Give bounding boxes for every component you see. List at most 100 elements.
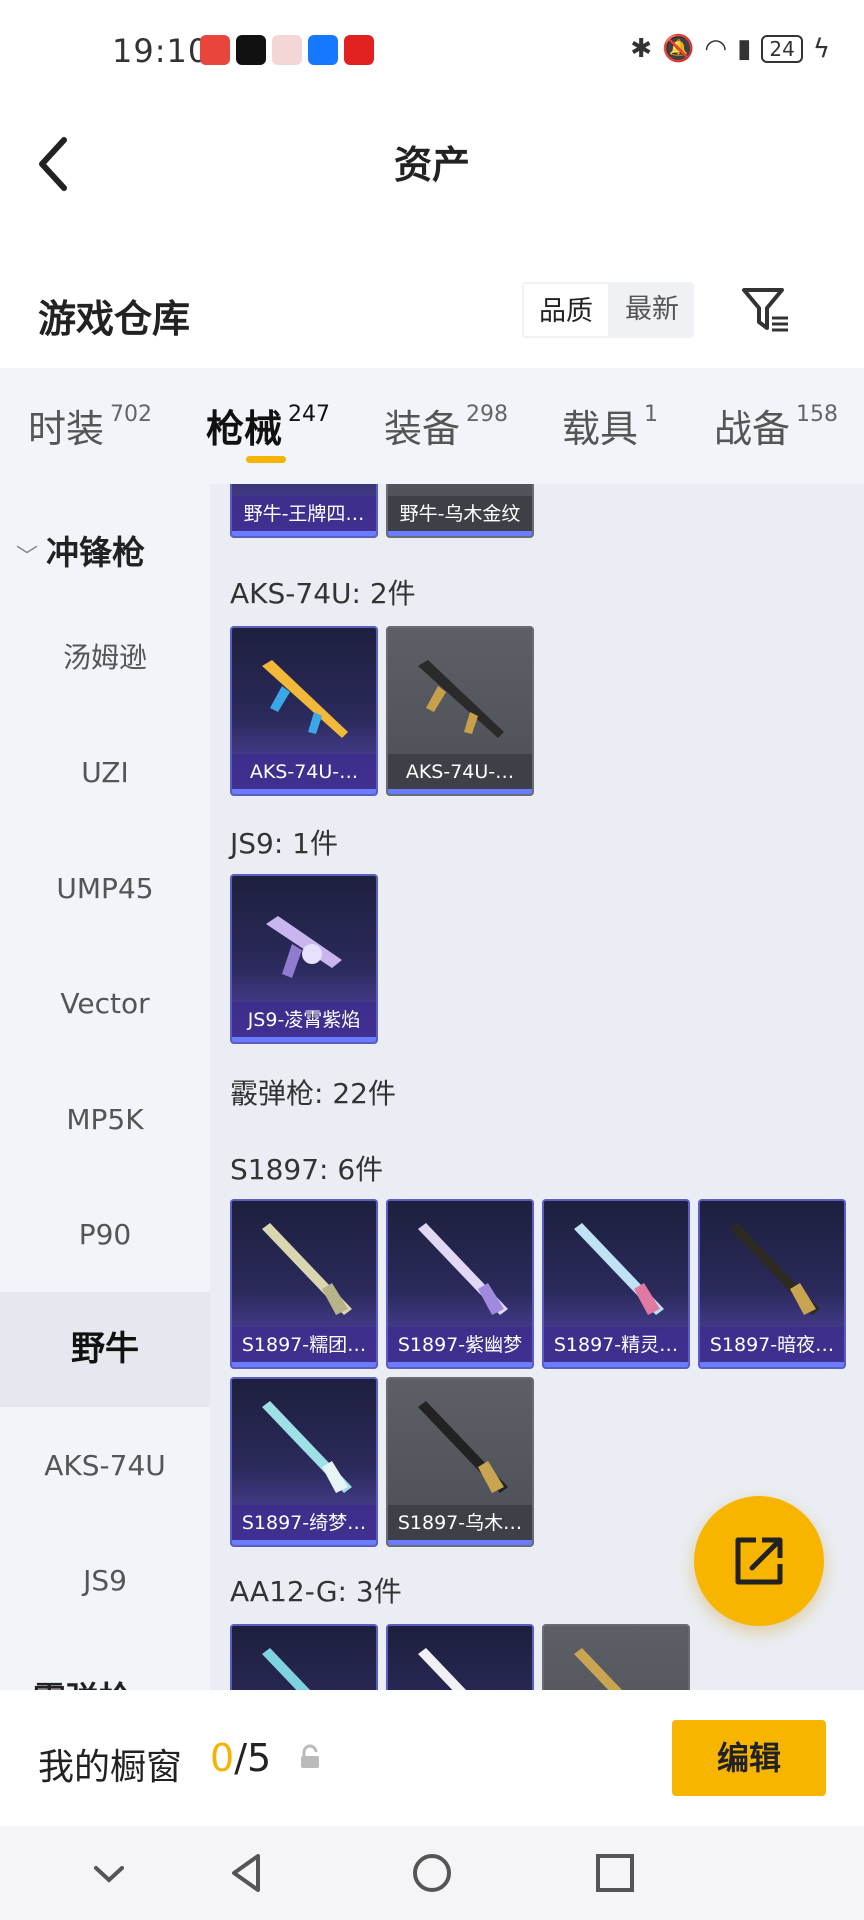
card-label: S1897-绮梦…: [232, 1505, 376, 1545]
sidebar-group-smg[interactable]: ﹀ 冲锋枪: [16, 526, 145, 574]
weapon-sidebar: ﹀ 冲锋枪 汤姆逊 UZI UMP45 Vector MP5K P90 野牛 AK…: [0, 484, 210, 1690]
alert-icon: ▮: [737, 34, 752, 64]
charging-icon: ϟ: [812, 34, 830, 64]
sidebar-item-aks74u[interactable]: AKS-74U: [0, 1408, 210, 1523]
battery-icon: 24: [761, 35, 803, 63]
tab-count: 702: [110, 402, 153, 427]
shotgun-skin-icon: [574, 1223, 664, 1315]
section-title-js9: JS9: 1件: [230, 827, 338, 860]
nav-home-icon[interactable]: [407, 1848, 457, 1898]
section-title-aks74u: AKS-74U: 2件: [230, 577, 416, 610]
tab-count: 1: [644, 402, 659, 427]
weapon-card[interactable]: 野牛-王牌四…: [230, 484, 378, 538]
card-label: 野牛-王牌四…: [232, 496, 376, 536]
mute-icon: 🔕: [662, 34, 695, 64]
edit-button[interactable]: 编辑: [672, 1720, 826, 1796]
sidebar-item-bizon[interactable]: 野牛: [0, 1292, 210, 1407]
tiktok-app-icon: [236, 35, 266, 65]
sidebar-group-label: 冲锋枪: [46, 533, 146, 572]
section-title-shotgun: 霰弹枪: 22件: [230, 1077, 396, 1110]
tab-supplies[interactable]: 战备 158: [714, 398, 838, 453]
active-tab-indicator: [246, 456, 286, 463]
sort-quality-button[interactable]: 品质: [522, 282, 610, 338]
shotgun-skin-icon: [262, 1648, 311, 1690]
weapon-card[interactable]: AKS-74U-…: [386, 626, 534, 796]
card-label: AKS-74U-…: [232, 754, 376, 794]
showcase-count-total: /5: [234, 1736, 272, 1780]
shotgun-skin-icon: [418, 1223, 508, 1315]
showcase-count: 0/5: [210, 1736, 271, 1780]
tab-label: 装备: [384, 407, 461, 451]
weapon-card[interactable]: [230, 1624, 378, 1690]
shotgun-skin-icon: [262, 1223, 352, 1315]
card-label: S1897-糯团…: [232, 1327, 376, 1367]
nav-recents-icon[interactable]: [590, 1848, 640, 1898]
sidebar-item-mp5k[interactable]: MP5K: [0, 1062, 210, 1177]
system-nav-bar: [0, 1826, 864, 1920]
shotgun-skin-icon: [574, 1648, 623, 1690]
tab-equipment[interactable]: 装备 298: [384, 398, 508, 453]
share-export-icon: [735, 1537, 783, 1585]
page-title: 资产: [393, 143, 470, 187]
sidebar-item-ump45[interactable]: UMP45: [0, 831, 210, 946]
sidebar-item-vector[interactable]: Vector: [0, 946, 210, 1061]
sort-toggle: 品质 最新: [522, 282, 694, 338]
warehouse-title: 游戏仓库: [38, 297, 191, 341]
sidebar-item-thompson[interactable]: 汤姆逊: [0, 600, 210, 715]
weapon-card[interactable]: 野牛-乌木金纹: [386, 484, 534, 538]
weapon-card[interactable]: AKS-74U-…: [230, 626, 378, 796]
card-label: S1897-暗夜…: [700, 1327, 844, 1367]
weapon-card[interactable]: S1897-绮梦…: [230, 1377, 378, 1547]
weapon-card[interactable]: [386, 1624, 534, 1690]
chevron-down-icon[interactable]: [84, 1848, 134, 1898]
shotgun-skin-icon: [730, 1223, 820, 1315]
weapon-card[interactable]: S1897-紫幽梦: [386, 1199, 534, 1369]
weapon-card[interactable]: S1897-精灵…: [542, 1199, 690, 1369]
tab-vehicles[interactable]: 载具 1: [562, 398, 658, 453]
showcase-count-current: 0: [210, 1736, 235, 1780]
weapon-card[interactable]: JS9-凌霄紫焰: [230, 874, 378, 1044]
sidebar-item-p90[interactable]: P90: [0, 1177, 210, 1292]
tab-guns[interactable]: 枪械 247: [206, 398, 330, 453]
wifi-icon: ◠: [704, 34, 728, 64]
status-time: 19:10: [112, 32, 210, 70]
sidebar-item-js9[interactable]: JS9: [0, 1523, 210, 1638]
shotgun-skin-icon: [418, 1648, 467, 1690]
weapon-card[interactable]: S1897-糯团…: [230, 1199, 378, 1369]
tab-count: 158: [796, 402, 839, 427]
sidebar-group-label: 霰弹枪: [33, 1679, 132, 1690]
tab-label: 战备: [714, 407, 791, 451]
filter-icon[interactable]: [740, 284, 792, 336]
shotgun-skin-icon: [418, 1401, 508, 1493]
card-label: S1897-精灵…: [544, 1327, 688, 1367]
sidebar-group-shotgun[interactable]: ›霰弹枪: [16, 1672, 132, 1690]
system-icons: ✱ 🔕 ◠ ▮ 24 ϟ: [630, 34, 830, 64]
sidebar-item-uzi[interactable]: UZI: [0, 715, 210, 830]
smg-skin-icon: [266, 916, 342, 978]
tab-count: 298: [466, 402, 509, 427]
tab-fashion[interactable]: 时装 702: [28, 398, 152, 453]
weapon-card[interactable]: S1897-暗夜…: [698, 1199, 846, 1369]
huawei-app-icon: [200, 35, 230, 65]
tab-label: 枪械: [206, 407, 283, 451]
section-title-s1897: S1897: 6件: [230, 1153, 384, 1186]
card-label: S1897-紫幽梦: [388, 1327, 532, 1367]
rifle-skin-icon: [262, 660, 348, 738]
tab-label: 载具: [562, 407, 639, 451]
sort-newest-button[interactable]: 最新: [610, 282, 694, 338]
card-label: 野牛-乌木金纹: [388, 496, 532, 536]
warehouse-header: 游戏仓库 品质 最新: [0, 260, 864, 368]
weapon-card[interactable]: [542, 1624, 690, 1690]
bluetooth-icon: ✱: [630, 34, 653, 64]
tab-label: 时装: [28, 407, 105, 451]
chevron-down-icon: ﹀: [16, 545, 39, 570]
card-label: JS9-凌霄紫焰: [232, 1002, 376, 1042]
section-title-aa12: AA12-G: 3件: [230, 1575, 402, 1608]
weapon-card[interactable]: S1897-乌木…: [386, 1377, 534, 1547]
category-tabs: 时装 702 枪械 247 装备 298 载具 1 战备 158: [0, 368, 864, 484]
alipay-app-icon: [308, 35, 338, 65]
nav-back-icon[interactable]: [222, 1848, 272, 1898]
showcase-bar: 我的橱窗 0/5 编辑: [0, 1690, 864, 1826]
gift-app-icon: [272, 35, 302, 65]
share-button[interactable]: [694, 1496, 824, 1626]
